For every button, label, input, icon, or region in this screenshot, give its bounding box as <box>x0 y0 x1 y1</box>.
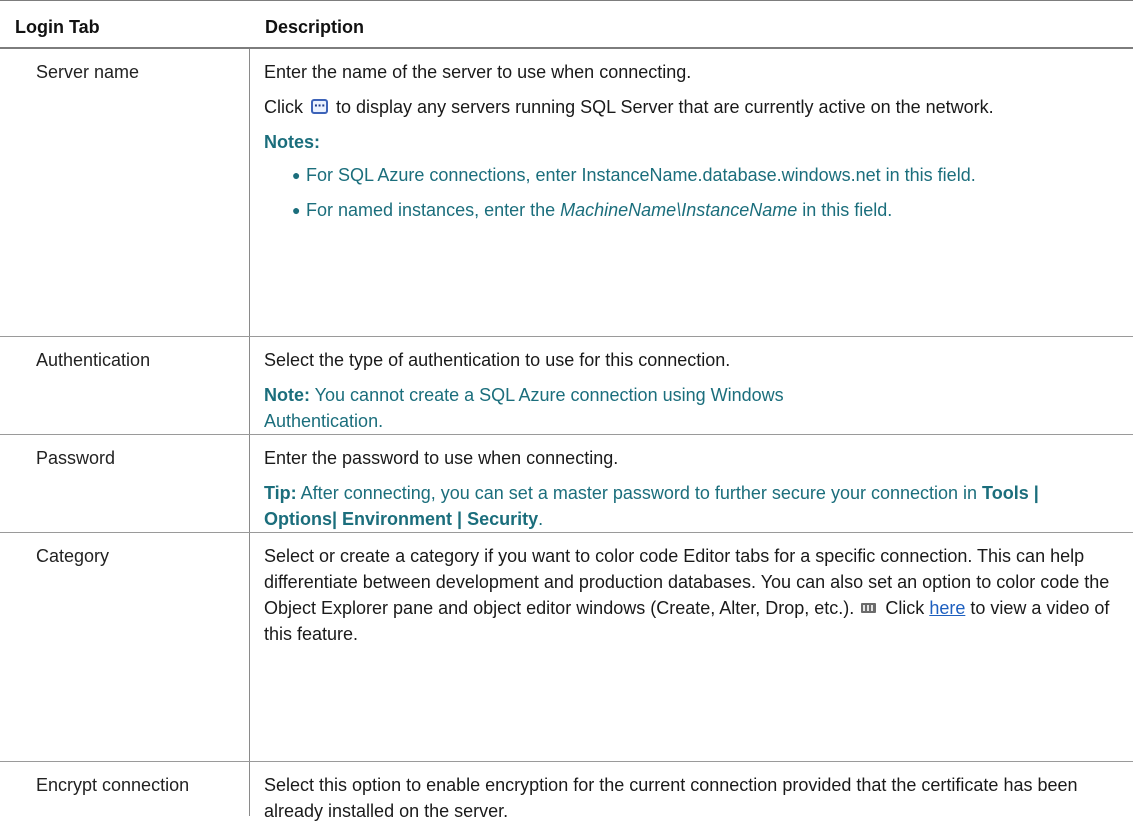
table-row-server-name: Server name Enter the name of the server… <box>0 49 1133 337</box>
row-label-category: Category <box>36 546 110 566</box>
list-item: ● For SQL Azure connections, enter Instan… <box>264 162 1114 188</box>
video-link[interactable]: here <box>929 598 965 618</box>
row-label-authentication: Authentication <box>36 350 151 370</box>
header-login-tab: Login Tab <box>15 17 100 37</box>
authentication-line: Select the type of authentication to use… <box>264 350 731 370</box>
row-label-password: Password <box>36 448 116 468</box>
table-row-authentication: Authentication Select the type of authen… <box>0 337 1133 435</box>
header-description: Description <box>265 17 365 37</box>
server-name-click-line: Click to display any servers running SQL… <box>264 92 1114 120</box>
row-desc-server-name: Enter the name of the server to use when… <box>264 59 1114 232</box>
bullet-icon: ● <box>292 167 301 183</box>
notes-list: ● For SQL Azure connections, enter Instan… <box>264 162 1114 223</box>
row-desc-category: Select or create a category if you want … <box>264 543 1114 656</box>
ellipsis-browse-icon <box>311 92 328 118</box>
password-tip: Tip: After connecting, you can set a mas… <box>264 483 1039 529</box>
table-header: Login Tab Description <box>0 1 1133 49</box>
row-label-server-name: Server name <box>36 62 140 82</box>
row-desc-encrypt-connection: Select this option to enable encryption … <box>264 775 1078 821</box>
video-icon <box>861 603 877 613</box>
login-tab-table: Login Tab Description Server name Enter … <box>0 0 1133 821</box>
list-item: ● For named instances, enter the MachineN… <box>264 197 1114 223</box>
table-row-password: Password Enter the password to use when … <box>0 435 1133 533</box>
table-row-category: Category Select or create a category if … <box>0 533 1133 762</box>
category-text: Select or create a category if you want … <box>264 546 1110 644</box>
row-label-encrypt-connection: Encrypt connection <box>36 775 190 795</box>
bullet-icon: ● <box>292 202 301 218</box>
row-desc-authentication: Select the type of authentication to use… <box>264 347 1114 443</box>
notes-title: Notes: <box>264 132 321 152</box>
password-line: Enter the password to use when connectin… <box>264 448 619 468</box>
authentication-note: Note: You cannot create a SQL Azure conn… <box>264 385 784 431</box>
row-desc-password: Enter the password to use when connectin… <box>264 445 1114 541</box>
table-row-encrypt-connection: Encrypt connection Select this option to… <box>0 762 1133 821</box>
server-name-line: Enter the name of the server to use when… <box>264 62 692 82</box>
